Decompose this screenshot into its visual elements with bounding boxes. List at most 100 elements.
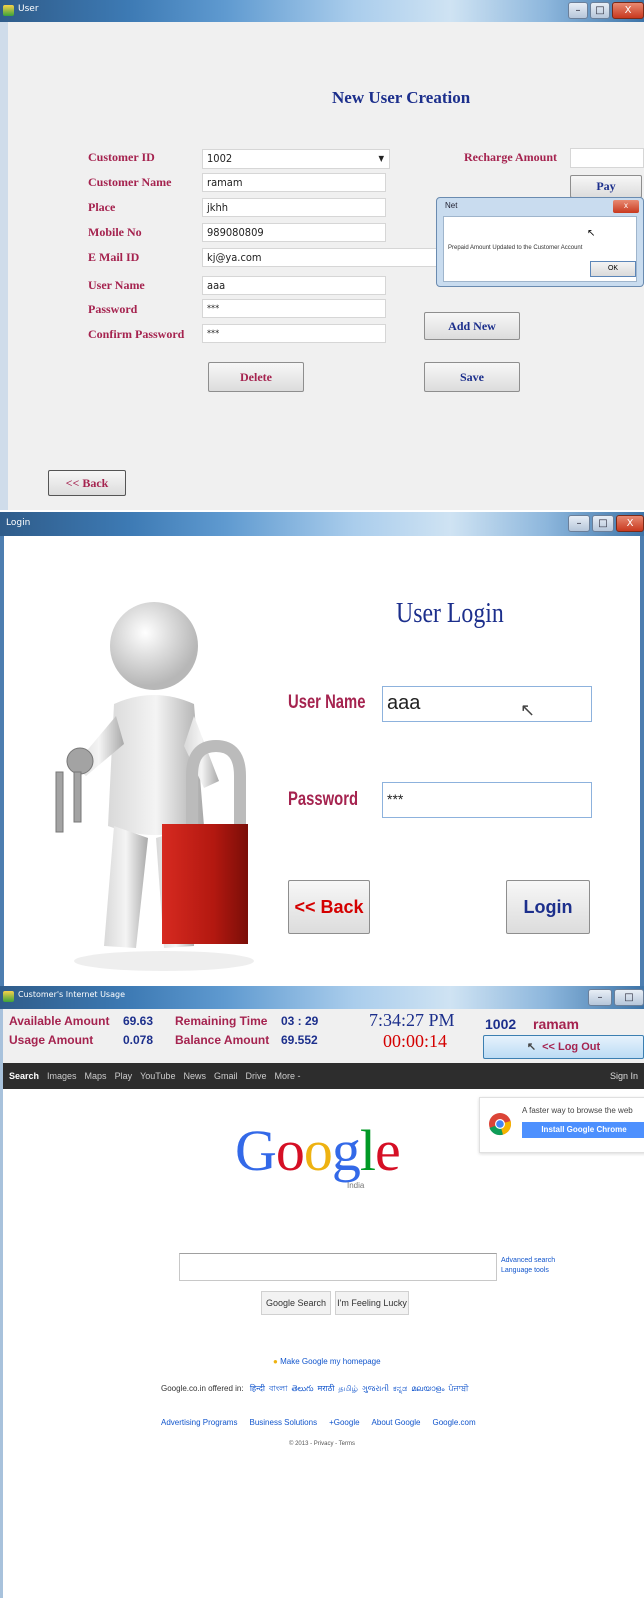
logout-button[interactable]: ↖ << Log Out — [483, 1035, 644, 1059]
homepage-link-text: Make Google my homepage — [280, 1357, 381, 1366]
dialog-title: Net — [445, 201, 458, 210]
google-nav-item[interactable]: Images — [47, 1071, 77, 1081]
minimize-button[interactable]: – — [588, 989, 612, 1006]
close-button[interactable]: X — [612, 2, 644, 19]
maximize-button[interactable]: □ — [592, 515, 614, 532]
languages-line: Google.co.in offered in: हिन्दी বাংলা తెలు… — [161, 1383, 469, 1396]
google-logo: Google — [235, 1118, 401, 1183]
save-button[interactable]: Save — [424, 362, 520, 392]
google-nav-item[interactable]: More - — [275, 1071, 301, 1081]
app-icon — [3, 991, 14, 1002]
user-name-field[interactable]: aaa — [202, 276, 386, 295]
balance-amount-value: 69.552 — [281, 1033, 318, 1047]
footer-link[interactable]: Business Solutions — [249, 1418, 317, 1427]
close-button[interactable]: X — [616, 515, 644, 532]
delete-button[interactable]: Delete — [208, 362, 304, 392]
usage-header: Available Amount 69.63 Usage Amount 0.07… — [3, 1009, 644, 1063]
window-title: Login — [6, 518, 31, 528]
footer-link[interactable]: Google.com — [432, 1418, 475, 1427]
dialog-ok-button[interactable]: OK — [590, 261, 636, 277]
sign-in-link[interactable]: Sign In — [610, 1063, 638, 1089]
password-label: Password — [288, 789, 359, 810]
usage-window-titlebar[interactable]: Customer's Internet Usage – □ — [0, 986, 644, 1009]
advanced-search-link[interactable]: Advanced search — [501, 1257, 555, 1264]
homepage-icon: ● — [273, 1357, 278, 1366]
mouse-cursor-icon: ↖ — [526, 1041, 537, 1053]
place-field[interactable]: jkhh — [202, 198, 386, 217]
user-name-label: User Name — [88, 278, 145, 292]
minimize-button[interactable]: – — [568, 515, 590, 532]
google-nav-links: Search Images Maps Play YouTube News Gmail Driv… — [9, 1071, 309, 1081]
dialog-close-button[interactable]: x — [613, 200, 639, 213]
internet-usage-window: Available Amount 69.63 Usage Amount 0.07… — [0, 1009, 644, 1598]
language-link[interactable]: ਪੰਜਾਬੀ — [448, 1384, 468, 1393]
language-tools-link[interactable]: Language tools — [501, 1267, 549, 1274]
window-title: User — [18, 4, 39, 14]
maximize-button[interactable]: □ — [614, 989, 644, 1006]
footer-link[interactable]: About Google — [372, 1418, 421, 1427]
login-button[interactable]: Login — [506, 880, 590, 934]
recharge-amount-field[interactable] — [570, 148, 644, 168]
chrome-icon — [489, 1113, 512, 1136]
install-chrome-button[interactable]: Install Google Chrome — [522, 1122, 644, 1138]
language-link[interactable]: తెలుగు — [291, 1384, 313, 1393]
google-search-button[interactable]: Google Search — [261, 1291, 331, 1315]
mouse-cursor-icon: ↖ — [587, 228, 596, 239]
app-icon — [3, 5, 14, 16]
mouse-cursor-icon: ↖ — [520, 700, 536, 720]
language-link[interactable]: বাংলা — [269, 1384, 288, 1393]
password-label: Password — [88, 302, 138, 316]
language-link[interactable]: தமிழ் — [338, 1384, 358, 1393]
chevron-down-icon: ▼ — [378, 154, 384, 163]
google-logo-sub: India — [347, 1181, 365, 1190]
google-nav-item[interactable]: Maps — [85, 1071, 107, 1081]
add-new-button[interactable]: Add New — [424, 312, 520, 340]
elapsed-timer: 00:00:14 — [383, 1031, 448, 1051]
page-title: New User Creation — [332, 88, 471, 107]
confirm-password-label: Confirm Password — [88, 327, 185, 341]
language-link[interactable]: ગુજરાતી — [362, 1384, 389, 1393]
language-link[interactable]: മലയാളം — [411, 1384, 444, 1393]
email-id-label: E Mail ID — [88, 250, 140, 264]
back-button[interactable]: << Back — [288, 880, 370, 934]
language-link[interactable]: मराठी — [318, 1384, 335, 1393]
chrome-promo: A faster way to browse the web Install G… — [479, 1097, 644, 1153]
user-name-field[interactable]: aaa — [382, 686, 592, 722]
google-nav-item[interactable]: News — [183, 1071, 206, 1081]
page-title: User Login — [396, 598, 504, 629]
footer-link[interactable]: +Google — [329, 1418, 359, 1427]
maximize-button[interactable]: □ — [590, 2, 610, 19]
feeling-lucky-button[interactable]: I'm Feeling Lucky — [335, 1291, 409, 1315]
footer-links[interactable]: Advertising Programs Business Solutions +G… — [161, 1418, 488, 1427]
google-nav-item[interactable]: YouTube — [140, 1071, 175, 1081]
back-button[interactable]: << Back — [48, 470, 126, 496]
customer-name-label: Customer Name — [88, 175, 172, 189]
language-link[interactable]: ಕನ್ನಡ — [393, 1384, 407, 1393]
confirm-password-field[interactable]: *** — [202, 324, 386, 343]
homepage-link[interactable]: ● Make Google my homepage — [273, 1357, 381, 1366]
minimize-button[interactable]: – — [568, 2, 588, 19]
mobile-no-label: Mobile No — [88, 225, 142, 239]
google-search-input[interactable] — [179, 1253, 497, 1281]
email-id-field[interactable]: kj@ya.com — [202, 248, 442, 267]
password-field[interactable]: *** — [202, 299, 386, 318]
customer-name-field[interactable]: ramam — [202, 173, 386, 192]
password-field[interactable]: *** — [382, 782, 592, 818]
footer-link[interactable]: Advertising Programs — [161, 1418, 237, 1427]
google-nav-item[interactable]: Search — [9, 1071, 39, 1081]
copyright-text: © 2013 - Privacy - Terms — [289, 1441, 355, 1447]
customer-name-display: ramam — [533, 1016, 579, 1032]
login-window-titlebar[interactable]: Login – □ X — [0, 512, 644, 536]
pay-button[interactable]: Pay — [570, 175, 642, 198]
google-nav-bar: Search Images Maps Play YouTube News Gmail Driv… — [3, 1063, 644, 1089]
google-nav-item[interactable]: Drive — [245, 1071, 266, 1081]
mobile-no-field[interactable]: 989080809 — [202, 223, 386, 242]
usage-amount-label: Usage Amount — [9, 1033, 94, 1047]
language-links[interactable]: हिन्दी বাংলা తెలుగు मराठी தமிழ் ગુજરાતી ಕನ್ನಡ മ… — [246, 1384, 469, 1393]
language-link[interactable]: हिन्दी — [250, 1384, 265, 1393]
google-nav-item[interactable]: Gmail — [214, 1071, 238, 1081]
customer-id-dropdown[interactable]: 1002 ▼ — [202, 149, 390, 169]
key-lock-figure-image — [55, 602, 254, 971]
google-nav-item[interactable]: Play — [115, 1071, 133, 1081]
user-window-titlebar[interactable]: User – □ X — [0, 0, 644, 22]
